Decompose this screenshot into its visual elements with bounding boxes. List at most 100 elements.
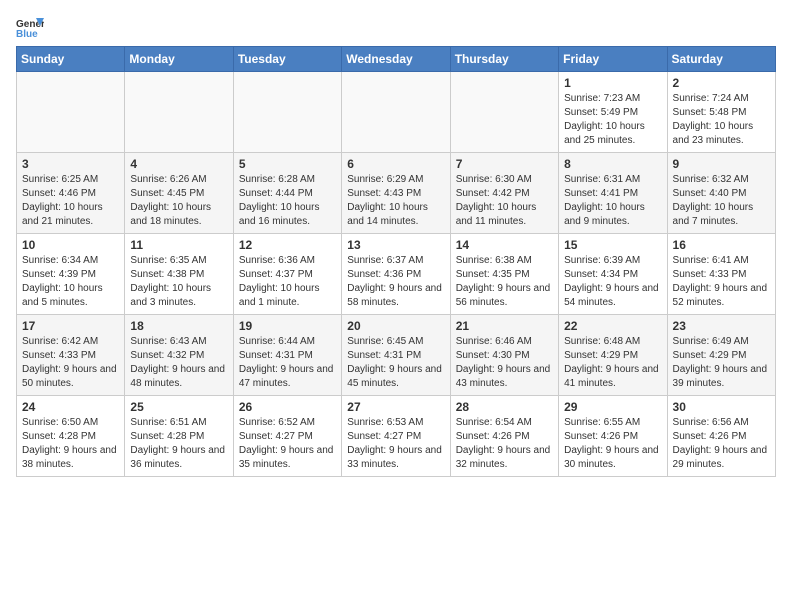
calendar-cell: 18 Sunrise: 6:43 AM Sunset: 4:32 PM Dayli…	[125, 315, 233, 396]
day-info: Sunrise: 6:54 AM Sunset: 4:26 PM Dayligh…	[456, 416, 553, 472]
day-info: Sunrise: 6:53 AM Sunset: 4:27 PM Dayligh…	[347, 416, 444, 472]
calendar-cell: 1Sunrise: 7:23 AM Sunset: 5:49 PM Daylig…	[559, 72, 667, 153]
day-info: Sunrise: 6:52 AM Sunset: 4:27 PM Dayligh…	[239, 416, 336, 472]
day-info: Sunrise: 6:35 AM Sunset: 4:38 PM Dayligh…	[130, 254, 227, 310]
day-info: Sunrise: 6:49 AM Sunset: 4:29 PM Dayligh…	[673, 335, 770, 391]
day-info: Sunrise: 6:56 AM Sunset: 4:26 PM Dayligh…	[673, 416, 770, 472]
day-info: Sunrise: 6:44 AM Sunset: 4:31 PM Dayligh…	[239, 335, 336, 391]
calendar-cell: 30Sunrise: 6:56 AM Sunset: 4:26 PM Dayli…	[667, 396, 775, 477]
calendar-cell	[233, 72, 341, 153]
day-number: 7	[456, 157, 553, 171]
weekday-header: Sunday	[17, 47, 125, 72]
day-info: Sunrise: 7:24 AM Sunset: 5:48 PM Dayligh…	[673, 92, 770, 148]
day-info: Sunrise: 6:37 AM Sunset: 4:36 PM Dayligh…	[347, 254, 444, 310]
day-number: 16	[673, 238, 770, 252]
calendar-cell: 4 Sunrise: 6:26 AM Sunset: 4:45 PM Daylig…	[125, 153, 233, 234]
header: General Blue	[16, 16, 776, 38]
calendar-cell: 3Sunrise: 6:25 AM Sunset: 4:46 PM Daylig…	[17, 153, 125, 234]
day-info: Sunrise: 6:34 AM Sunset: 4:39 PM Dayligh…	[22, 254, 119, 310]
logo-icon: General Blue	[16, 16, 44, 38]
day-info: Sunrise: 6:26 AM Sunset: 4:45 PM Dayligh…	[130, 173, 227, 229]
weekday-header: Tuesday	[233, 47, 341, 72]
logo: General Blue	[16, 16, 46, 38]
calendar-cell	[17, 72, 125, 153]
day-number: 26	[239, 400, 336, 414]
day-number: 2	[673, 76, 770, 90]
weekday-header: Wednesday	[342, 47, 450, 72]
calendar-cell	[125, 72, 233, 153]
calendar-cell: 25 Sunrise: 6:51 AM Sunset: 4:28 PM Dayli…	[125, 396, 233, 477]
day-info: Sunrise: 6:39 AM Sunset: 4:34 PM Dayligh…	[564, 254, 661, 310]
day-info: Sunrise: 6:50 AM Sunset: 4:28 PM Dayligh…	[22, 416, 119, 472]
weekday-header-row: SundayMondayTuesdayWednesdayThursdayFrid…	[17, 47, 776, 72]
calendar-cell: 13 Sunrise: 6:37 AM Sunset: 4:36 PM Dayli…	[342, 234, 450, 315]
calendar-cell: 10Sunrise: 6:34 AM Sunset: 4:39 PM Dayli…	[17, 234, 125, 315]
calendar-week-row: 1Sunrise: 7:23 AM Sunset: 5:49 PM Daylig…	[17, 72, 776, 153]
day-number: 23	[673, 319, 770, 333]
calendar-cell: 23 Sunrise: 6:49 AM Sunset: 4:29 PM Dayli…	[667, 315, 775, 396]
calendar-cell: 5 Sunrise: 6:28 AM Sunset: 4:44 PM Daylig…	[233, 153, 341, 234]
day-number: 17	[22, 319, 119, 333]
calendar-week-row: 10Sunrise: 6:34 AM Sunset: 4:39 PM Dayli…	[17, 234, 776, 315]
day-info: Sunrise: 6:42 AM Sunset: 4:33 PM Dayligh…	[22, 335, 119, 391]
calendar-cell: 26 Sunrise: 6:52 AM Sunset: 4:27 PM Dayli…	[233, 396, 341, 477]
day-info: Sunrise: 6:46 AM Sunset: 4:30 PM Dayligh…	[456, 335, 553, 391]
calendar-cell: 20 Sunrise: 6:45 AM Sunset: 4:31 PM Dayli…	[342, 315, 450, 396]
calendar-cell: 28 Sunrise: 6:54 AM Sunset: 4:26 PM Dayli…	[450, 396, 558, 477]
calendar-cell: 19 Sunrise: 6:44 AM Sunset: 4:31 PM Dayli…	[233, 315, 341, 396]
day-info: Sunrise: 6:30 AM Sunset: 4:42 PM Dayligh…	[456, 173, 553, 229]
weekday-header: Saturday	[667, 47, 775, 72]
weekday-header: Friday	[559, 47, 667, 72]
day-number: 15	[564, 238, 661, 252]
day-number: 25	[130, 400, 227, 414]
calendar-week-row: 24 Sunrise: 6:50 AM Sunset: 4:28 PM Dayli…	[17, 396, 776, 477]
day-info: Sunrise: 6:32 AM Sunset: 4:40 PM Dayligh…	[673, 173, 770, 229]
day-info: Sunrise: 6:51 AM Sunset: 4:28 PM Dayligh…	[130, 416, 227, 472]
calendar-week-row: 17 Sunrise: 6:42 AM Sunset: 4:33 PM Dayli…	[17, 315, 776, 396]
calendar-cell: 8 Sunrise: 6:31 AM Sunset: 4:41 PM Daylig…	[559, 153, 667, 234]
day-number: 21	[456, 319, 553, 333]
calendar-cell: 14 Sunrise: 6:38 AM Sunset: 4:35 PM Dayli…	[450, 234, 558, 315]
weekday-header: Monday	[125, 47, 233, 72]
day-number: 28	[456, 400, 553, 414]
day-number: 27	[347, 400, 444, 414]
calendar-cell: 6Sunrise: 6:29 AM Sunset: 4:43 PM Daylig…	[342, 153, 450, 234]
day-number: 24	[22, 400, 119, 414]
calendar-cell: 7 Sunrise: 6:30 AM Sunset: 4:42 PM Daylig…	[450, 153, 558, 234]
day-number: 13	[347, 238, 444, 252]
day-info: Sunrise: 6:48 AM Sunset: 4:29 PM Dayligh…	[564, 335, 661, 391]
day-info: Sunrise: 6:55 AM Sunset: 4:26 PM Dayligh…	[564, 416, 661, 472]
calendar-cell: 27 Sunrise: 6:53 AM Sunset: 4:27 PM Dayli…	[342, 396, 450, 477]
day-info: Sunrise: 7:23 AM Sunset: 5:49 PM Dayligh…	[564, 92, 661, 148]
day-number: 5	[239, 157, 336, 171]
day-info: Sunrise: 6:43 AM Sunset: 4:32 PM Dayligh…	[130, 335, 227, 391]
day-number: 11	[130, 238, 227, 252]
calendar-cell: 9 Sunrise: 6:32 AM Sunset: 4:40 PM Daylig…	[667, 153, 775, 234]
day-number: 8	[564, 157, 661, 171]
day-info: Sunrise: 6:31 AM Sunset: 4:41 PM Dayligh…	[564, 173, 661, 229]
day-info: Sunrise: 6:41 AM Sunset: 4:33 PM Dayligh…	[673, 254, 770, 310]
calendar-week-row: 3Sunrise: 6:25 AM Sunset: 4:46 PM Daylig…	[17, 153, 776, 234]
day-info: Sunrise: 6:28 AM Sunset: 4:44 PM Dayligh…	[239, 173, 336, 229]
day-info: Sunrise: 6:36 AM Sunset: 4:37 PM Dayligh…	[239, 254, 336, 310]
day-number: 14	[456, 238, 553, 252]
calendar-table: SundayMondayTuesdayWednesdayThursdayFrid…	[16, 46, 776, 477]
calendar-cell	[450, 72, 558, 153]
svg-text:Blue: Blue	[16, 29, 38, 38]
day-number: 20	[347, 319, 444, 333]
day-number: 9	[673, 157, 770, 171]
calendar-cell: 11 Sunrise: 6:35 AM Sunset: 4:38 PM Dayli…	[125, 234, 233, 315]
day-number: 4	[130, 157, 227, 171]
weekday-header: Thursday	[450, 47, 558, 72]
day-info: Sunrise: 6:25 AM Sunset: 4:46 PM Dayligh…	[22, 173, 119, 229]
day-number: 18	[130, 319, 227, 333]
day-info: Sunrise: 6:45 AM Sunset: 4:31 PM Dayligh…	[347, 335, 444, 391]
day-number: 19	[239, 319, 336, 333]
calendar-cell	[342, 72, 450, 153]
day-info: Sunrise: 6:38 AM Sunset: 4:35 PM Dayligh…	[456, 254, 553, 310]
calendar-cell: 17 Sunrise: 6:42 AM Sunset: 4:33 PM Dayli…	[17, 315, 125, 396]
day-number: 29	[564, 400, 661, 414]
day-number: 12	[239, 238, 336, 252]
calendar-cell: 12 Sunrise: 6:36 AM Sunset: 4:37 PM Dayli…	[233, 234, 341, 315]
calendar-cell: 16 Sunrise: 6:41 AM Sunset: 4:33 PM Dayli…	[667, 234, 775, 315]
